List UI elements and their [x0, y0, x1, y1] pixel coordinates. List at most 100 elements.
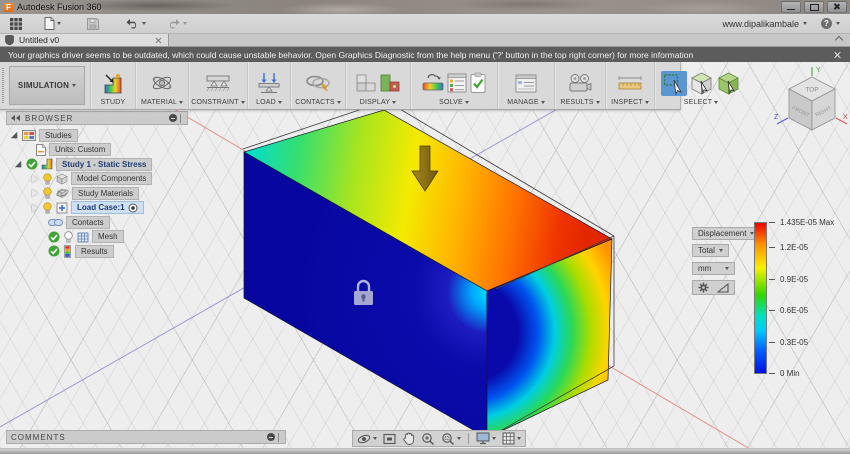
ribbon-group-label[interactable]: INSPECT	[611, 99, 643, 106]
ribbon-group-label[interactable]: CONSTRAINT	[191, 99, 239, 106]
ribbon-group-results[interactable]: RESULTS	[554, 62, 605, 109]
panel-drag-handle[interactable]	[278, 432, 282, 442]
help-button[interactable]: ?	[821, 18, 832, 29]
zoom-button[interactable]	[421, 432, 435, 446]
ribbon-group-solve[interactable]: SOLVE	[410, 62, 497, 109]
banner-close-icon[interactable]	[833, 51, 841, 59]
tab-close-icon[interactable]	[155, 37, 162, 44]
expanded-arrow-icon[interactable]	[14, 161, 22, 168]
tree-item-study-materials[interactable]: Study Materials	[6, 186, 216, 201]
tree-item-studies[interactable]: Studies	[6, 128, 216, 143]
tree-label[interactable]: Studies	[39, 128, 78, 142]
file-menu-button[interactable]	[41, 16, 64, 31]
tree-label[interactable]: Model Components	[71, 172, 153, 186]
select-component-icon[interactable]	[716, 71, 741, 96]
tree-label[interactable]: Study Materials	[72, 186, 140, 200]
constraint-icon[interactable]	[205, 73, 231, 94]
redo-button[interactable]	[163, 17, 190, 30]
ribbon-group-load[interactable]: LOAD	[247, 62, 290, 109]
ribbon-group-contacts[interactable]: CONTACTS	[290, 62, 345, 109]
visibility-bulb-icon[interactable]	[42, 187, 53, 199]
tree-item-contacts[interactable]: Contacts	[6, 215, 216, 230]
ribbon-collapse-icon[interactable]	[835, 36, 843, 42]
gear-icon[interactable]	[698, 282, 709, 293]
material-atom-icon[interactable]	[150, 72, 174, 94]
display-settings-button[interactable]	[476, 432, 496, 445]
ribbon-group-manage[interactable]: MANAGE	[497, 62, 554, 109]
viewcube[interactable]: Y Z X TOP FRONT RIGHT	[772, 63, 850, 145]
solve-icon[interactable]	[421, 72, 445, 94]
grid-layout-button[interactable]	[502, 432, 521, 445]
ribbon-group-label[interactable]: MANAGE	[507, 99, 539, 106]
display-degrees-icon[interactable]	[379, 74, 401, 93]
ribbon-group-constraint[interactable]: CONSTRAINT	[188, 62, 247, 109]
display-blocks-icon[interactable]	[355, 74, 377, 93]
pan-button[interactable]	[402, 432, 415, 445]
tree-label[interactable]: Mesh	[92, 230, 124, 244]
close-button[interactable]	[827, 1, 847, 13]
ribbon-group-label[interactable]: SELECT	[684, 99, 712, 106]
tree-item-model-components[interactable]: Model Components	[6, 172, 216, 187]
select-body-icon[interactable]	[689, 71, 714, 96]
ribbon-grip[interactable]	[2, 68, 4, 103]
ribbon-group-material[interactable]: MATERIAL	[135, 62, 188, 109]
tab-untitled[interactable]: Untitled v0	[0, 34, 169, 46]
tree-label[interactable]: Contacts	[66, 215, 110, 229]
ribbon-group-inspect[interactable]: INSPECT	[605, 62, 654, 109]
load-icon[interactable]	[257, 72, 281, 94]
undo-button[interactable]	[122, 17, 149, 30]
collapsed-arrow-icon[interactable]	[32, 189, 38, 198]
visibility-bulb-icon[interactable]	[63, 231, 74, 243]
new-study-icon[interactable]	[102, 72, 124, 95]
ribbon-group-label[interactable]: RESULTS	[560, 99, 593, 106]
collapse-panel-icon[interactable]	[11, 115, 21, 121]
visibility-bulb-icon[interactable]	[42, 202, 53, 214]
tree-item-mesh[interactable]: Mesh	[6, 230, 216, 245]
tree-label[interactable]: Study 1 - Static Stress	[56, 157, 153, 171]
ribbon-group-study[interactable]: STUDY	[90, 62, 135, 109]
tree-item-units[interactable]: Units: Custom	[6, 143, 216, 158]
workspace-dropdown[interactable]: SIMULATION	[9, 66, 85, 105]
manage-icon[interactable]	[515, 74, 537, 93]
tree-label[interactable]: Results	[75, 244, 114, 258]
zoom-window-button[interactable]	[441, 432, 461, 446]
contacts-rings-icon[interactable]	[305, 72, 331, 94]
model-viewport[interactable]: Y Z X TOP FRONT RIGHT BROWSER Studies Un…	[0, 62, 850, 448]
panel-drag-handle[interactable]	[180, 113, 184, 123]
tree-item-study1[interactable]: Study 1 - Static Stress	[6, 157, 216, 172]
results-animate-icon[interactable]	[567, 73, 593, 94]
tree-item-results[interactable]: Results	[6, 244, 216, 259]
panel-options-icon[interactable]	[169, 114, 177, 122]
inspect-ruler-icon[interactable]	[617, 75, 643, 91]
ribbon-group-display[interactable]: DISPLAY	[345, 62, 410, 109]
tree-item-load-case[interactable]: Load Case:1	[6, 201, 216, 216]
ribbon-group-label[interactable]: SOLVE	[439, 99, 463, 106]
app-menu-button[interactable]	[7, 17, 25, 31]
browser-header[interactable]: BROWSER	[6, 111, 188, 125]
ribbon-group-label[interactable]: DISPLAY	[360, 99, 390, 106]
minimize-button[interactable]	[781, 1, 801, 13]
comments-panel[interactable]: COMMENTS	[6, 430, 286, 444]
orbit-button[interactable]	[357, 432, 377, 446]
precheck-icon[interactable]	[469, 72, 487, 94]
ribbon-group-label[interactable]: LOAD	[256, 99, 276, 106]
deformation-scale-icon[interactable]	[717, 282, 729, 293]
expanded-arrow-icon[interactable]	[10, 132, 18, 139]
solve-details-icon[interactable]	[447, 73, 467, 93]
collapsed-arrow-icon[interactable]	[32, 203, 38, 212]
panel-options-icon[interactable]	[267, 433, 275, 441]
active-load-case-radio-icon[interactable]	[128, 203, 138, 213]
select-window-icon[interactable]	[661, 70, 687, 96]
viewcube-top-label[interactable]: TOP	[805, 87, 818, 94]
tree-label-selected[interactable]: Load Case:1	[71, 201, 144, 215]
legend-result-type-dropdown[interactable]: Displacement	[692, 227, 761, 240]
ribbon-group-label[interactable]: STUDY	[101, 99, 126, 106]
ribbon-group-label[interactable]: MATERIAL	[141, 99, 177, 106]
save-button[interactable]	[84, 17, 102, 31]
ribbon-group-label[interactable]: CONTACTS	[295, 99, 335, 106]
visibility-bulb-icon[interactable]	[42, 173, 53, 185]
ribbon-group-select[interactable]: SELECT	[654, 62, 747, 109]
collapsed-arrow-icon[interactable]	[32, 174, 38, 183]
maximize-button[interactable]	[804, 1, 824, 13]
legend-units-dropdown[interactable]: mm	[692, 262, 736, 275]
